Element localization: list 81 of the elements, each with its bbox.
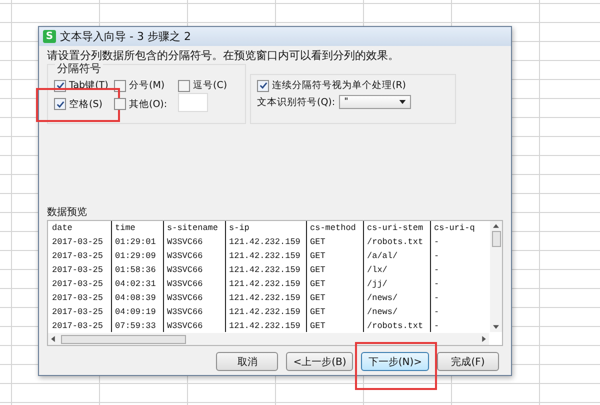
table-cell-text: 2017-03-25: [51, 306, 104, 319]
checkbox[interactable]: [114, 98, 126, 110]
table-cell-text: 2017-03-25: [51, 292, 104, 305]
column-header: s-ip: [225, 221, 306, 235]
scroll-down-icon[interactable]: [493, 325, 499, 329]
table-cell: GET: [306, 249, 363, 263]
instruction-text: 请设置分列数据所包含的分隔符号。在预览窗口内可以看到分列的效果。: [47, 49, 400, 63]
dialog-button[interactable]: 下一步(N)>: [361, 352, 429, 371]
table-cell: 121.42.232.159: [225, 235, 306, 249]
checkbox[interactable]: [178, 80, 190, 92]
scroll-right-icon[interactable]: [482, 336, 486, 342]
scroll-thumb[interactable]: [61, 334, 186, 344]
table-cell: -: [430, 305, 476, 319]
table-cell: /news/: [363, 291, 430, 305]
table-cell: -: [430, 291, 476, 305]
table-cell: GET: [306, 291, 363, 305]
table-cell: 121.42.232.159: [225, 263, 306, 277]
table-cell: 01:29:09: [111, 249, 163, 263]
table-cell-text: 2017-03-25: [51, 250, 104, 263]
vertical-scrollbar[interactable]: [490, 221, 502, 332]
table-cell: -: [430, 277, 476, 291]
table-cell-text: 2017-03-25: [51, 236, 104, 249]
checkbox-label[interactable]: 连续分隔符号视为单个处理(R): [272, 79, 406, 92]
dialog-button[interactable]: 完成(F): [437, 352, 499, 371]
table-cell: 04:08:39: [111, 291, 163, 305]
table-cell: 01:29:01: [111, 235, 163, 249]
table-cell: /jj/: [363, 277, 430, 291]
dialog-button[interactable]: <上一步(B): [286, 352, 354, 371]
table-cell-text: 2017-03-25: [51, 320, 104, 332]
table-cell: GET: [306, 277, 363, 291]
column-header: date: [51, 222, 74, 235]
field-label: 文本识别符号(Q):: [257, 96, 336, 108]
table-cell: /lx/: [363, 263, 430, 277]
column-header: cs-uri-q: [430, 221, 476, 235]
other-input-field[interactable]: [178, 93, 208, 112]
table-cell-text: 2017-03-25: [51, 278, 104, 291]
table-cell: 121.42.232.159: [225, 291, 306, 305]
column-header: time: [111, 221, 163, 235]
table-cell: -: [430, 249, 476, 263]
scroll-up-icon[interactable]: [493, 224, 499, 228]
table-cell: /a/al/: [363, 249, 430, 263]
scroll-thumb[interactable]: [492, 231, 500, 247]
table-cell: /robots.txt: [363, 235, 430, 249]
dialog-button[interactable]: 取消: [216, 352, 278, 371]
table-cell: GET: [306, 263, 363, 277]
horizontal-scrollbar[interactable]: [48, 333, 489, 345]
app-logo-icon: S: [43, 30, 56, 43]
table-cell: W3SVC66: [163, 235, 225, 249]
scroll-left-icon[interactable]: [51, 336, 55, 342]
table-cell: W3SVC66: [163, 277, 225, 291]
table-cell: /news/: [363, 305, 430, 319]
qualifier-dropdown[interactable]: ": [339, 95, 412, 109]
checkbox-label[interactable]: 其他(O):: [129, 98, 168, 110]
checkbox-label[interactable]: 空格(S): [69, 98, 102, 110]
checkbox-label[interactable]: 分号(M): [129, 79, 165, 92]
table-cell: W3SVC66: [163, 291, 225, 305]
table-cell: 121.42.232.159: [225, 249, 306, 263]
table-cell: W3SVC66: [163, 249, 225, 263]
table-cell: W3SVC66: [163, 263, 225, 277]
table-cell: 01:58:36: [111, 263, 163, 277]
checkbox[interactable]: [257, 80, 269, 92]
column-header: s-sitename: [163, 221, 225, 235]
table-cell: GET: [306, 235, 363, 249]
column-header: cs-uri-stem: [363, 221, 430, 235]
preview-title: 数据预览: [47, 206, 88, 219]
window-title: 文本导入向导 - 3 步骤之 2: [60, 29, 191, 44]
table-cell-text: 2017-03-25: [51, 264, 104, 277]
table-cell: -: [430, 235, 476, 249]
group-title: 分隔符号: [55, 61, 103, 76]
table-cell: GET: [306, 305, 363, 319]
caret-icon: [399, 100, 406, 104]
table-cell: W3SVC66: [163, 305, 225, 319]
checkbox[interactable]: [114, 80, 126, 92]
table-cell: -: [430, 263, 476, 277]
column-header: cs-method: [306, 221, 363, 235]
table-cell: 121.42.232.159: [225, 277, 306, 291]
table-cell: 121.42.232.159: [225, 305, 306, 319]
checkbox[interactable]: [54, 98, 66, 110]
checkbox-label[interactable]: 逗号(C): [193, 79, 228, 92]
table-cell: 04:02:31: [111, 277, 163, 291]
table-cell: 04:09:19: [111, 305, 163, 319]
